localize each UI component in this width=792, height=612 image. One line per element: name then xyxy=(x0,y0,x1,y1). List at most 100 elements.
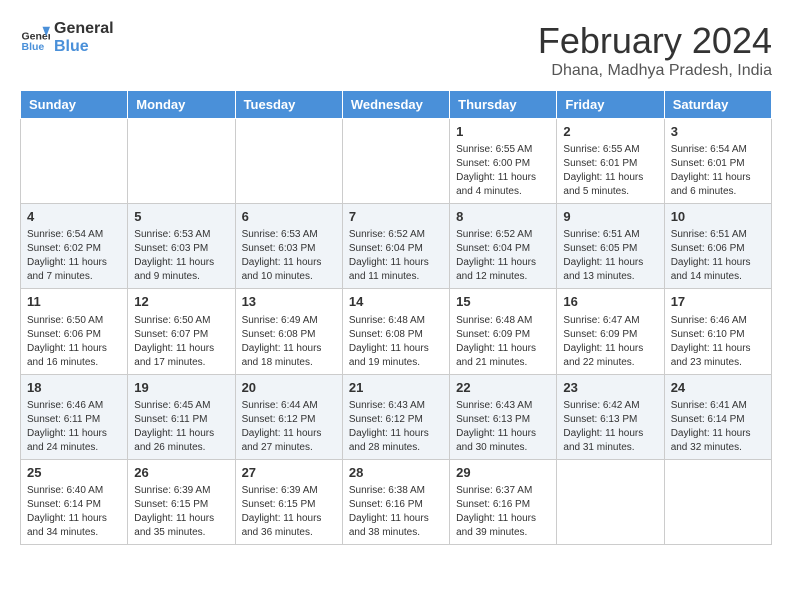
day-number: 25 xyxy=(27,464,121,482)
day-number: 6 xyxy=(242,208,336,226)
calendar-cell: 20Sunrise: 6:44 AM Sunset: 6:12 PM Dayli… xyxy=(235,374,342,459)
day-info: Sunrise: 6:45 AM Sunset: 6:11 PM Dayligh… xyxy=(134,399,228,455)
day-number: 8 xyxy=(456,208,550,226)
day-number: 19 xyxy=(134,379,228,397)
day-header-sunday: Sunday xyxy=(21,91,128,119)
day-info: Sunrise: 6:52 AM Sunset: 6:04 PM Dayligh… xyxy=(456,228,550,284)
calendar-cell: 22 Sunrise: 6:43 AM Sunset: 6:13 PM Dayli… xyxy=(450,374,557,459)
day-number: 7 xyxy=(349,208,443,226)
calendar-week-row: 18 Sunrise: 6:46 AM Sunset: 6:11 PM Dayli… xyxy=(21,374,772,459)
month-title: February 2024 xyxy=(538,20,772,62)
day-header-saturday: Saturday xyxy=(664,91,771,119)
day-info: Sunrise: 6:39 AM Sunset: 6:15 PM Dayligh… xyxy=(134,484,228,540)
day-info: Sunrise: 6:55 AM Sunset: 6:01 PM Dayligh… xyxy=(563,143,657,199)
calendar-cell xyxy=(21,119,128,204)
day-info: Sunrise: 6:51 AM Sunset: 6:06 PM Dayligh… xyxy=(671,228,765,284)
calendar-week-row: 11Sunrise: 6:50 AM Sunset: 6:06 PM Dayli… xyxy=(21,289,772,374)
day-info: Sunrise: 6:38 AM Sunset: 6:16 PM Dayligh… xyxy=(349,484,443,540)
day-number: 27 xyxy=(242,464,336,482)
day-header-monday: Monday xyxy=(128,91,235,119)
calendar-cell xyxy=(664,459,771,544)
day-number: 28 xyxy=(349,464,443,482)
calendar-cell xyxy=(235,119,342,204)
day-number: 13 xyxy=(242,293,336,311)
day-info: Sunrise: 6:46 AM Sunset: 6:11 PM Dayligh… xyxy=(27,399,121,455)
day-number: 10 xyxy=(671,208,765,226)
day-info: Sunrise: 6:44 AM Sunset: 6:12 PM Dayligh… xyxy=(242,399,336,455)
day-info: Sunrise: 6:50 AM Sunset: 6:06 PM Dayligh… xyxy=(27,314,121,370)
day-info: Sunrise: 6:40 AM Sunset: 6:14 PM Dayligh… xyxy=(27,484,121,540)
calendar-cell: 29 Sunrise: 6:37 AM Sunset: 6:16 PM Dayli… xyxy=(450,459,557,544)
page-header: General Blue General Blue February 2024 … xyxy=(20,20,772,80)
calendar-cell xyxy=(128,119,235,204)
calendar-cell: 8 Sunrise: 6:52 AM Sunset: 6:04 PM Daylig… xyxy=(450,204,557,289)
day-number: 1 xyxy=(456,123,550,141)
calendar-table: SundayMondayTuesdayWednesdayThursdayFrid… xyxy=(20,90,772,545)
day-info: Sunrise: 6:41 AM Sunset: 6:14 PM Dayligh… xyxy=(671,399,765,455)
calendar-cell: 12 Sunrise: 6:50 AM Sunset: 6:07 PM Dayli… xyxy=(128,289,235,374)
day-info: Sunrise: 6:39 AM Sunset: 6:15 PM Dayligh… xyxy=(242,484,336,540)
calendar-cell: 9 Sunrise: 6:51 AM Sunset: 6:05 PM Daylig… xyxy=(557,204,664,289)
day-number: 9 xyxy=(563,208,657,226)
calendar-cell: 6 Sunrise: 6:53 AM Sunset: 6:03 PM Daylig… xyxy=(235,204,342,289)
day-info: Sunrise: 6:46 AM Sunset: 6:10 PM Dayligh… xyxy=(671,314,765,370)
calendar-cell: 24 Sunrise: 6:41 AM Sunset: 6:14 PM Dayli… xyxy=(664,374,771,459)
calendar-cell: 19 Sunrise: 6:45 AM Sunset: 6:11 PM Dayli… xyxy=(128,374,235,459)
day-info: Sunrise: 6:51 AM Sunset: 6:05 PM Dayligh… xyxy=(563,228,657,284)
title-area: February 2024 Dhana, Madhya Pradesh, Ind… xyxy=(538,20,772,80)
calendar-week-row: 4Sunrise: 6:54 AM Sunset: 6:02 PM Daylig… xyxy=(21,204,772,289)
day-info: Sunrise: 6:53 AM Sunset: 6:03 PM Dayligh… xyxy=(242,228,336,284)
calendar-cell: 14Sunrise: 6:48 AM Sunset: 6:08 PM Dayli… xyxy=(342,289,449,374)
day-info: Sunrise: 6:49 AM Sunset: 6:08 PM Dayligh… xyxy=(242,314,336,370)
location-subtitle: Dhana, Madhya Pradesh, India xyxy=(538,62,772,80)
day-number: 15 xyxy=(456,293,550,311)
day-info: Sunrise: 6:43 AM Sunset: 6:13 PM Dayligh… xyxy=(456,399,550,455)
calendar-cell xyxy=(557,459,664,544)
calendar-cell: 25 Sunrise: 6:40 AM Sunset: 6:14 PM Dayli… xyxy=(21,459,128,544)
day-info: Sunrise: 6:48 AM Sunset: 6:09 PM Dayligh… xyxy=(456,314,550,370)
day-info: Sunrise: 6:47 AM Sunset: 6:09 PM Dayligh… xyxy=(563,314,657,370)
day-header-wednesday: Wednesday xyxy=(342,91,449,119)
day-number: 5 xyxy=(134,208,228,226)
day-header-friday: Friday xyxy=(557,91,664,119)
calendar-cell: 2 Sunrise: 6:55 AM Sunset: 6:01 PM Daylig… xyxy=(557,119,664,204)
calendar-cell: 21 Sunrise: 6:43 AM Sunset: 6:12 PM Dayli… xyxy=(342,374,449,459)
day-number: 22 xyxy=(456,379,550,397)
day-info: Sunrise: 6:43 AM Sunset: 6:12 PM Dayligh… xyxy=(349,399,443,455)
day-info: Sunrise: 6:54 AM Sunset: 6:02 PM Dayligh… xyxy=(27,228,121,284)
day-number: 16 xyxy=(563,293,657,311)
calendar-cell: 28 Sunrise: 6:38 AM Sunset: 6:16 PM Dayli… xyxy=(342,459,449,544)
calendar-cell: 13 Sunrise: 6:49 AM Sunset: 6:08 PM Dayli… xyxy=(235,289,342,374)
day-info: Sunrise: 6:37 AM Sunset: 6:16 PM Dayligh… xyxy=(456,484,550,540)
svg-text:Blue: Blue xyxy=(22,41,45,53)
day-number: 23 xyxy=(563,379,657,397)
day-info: Sunrise: 6:55 AM Sunset: 6:00 PM Dayligh… xyxy=(456,143,550,199)
day-number: 21 xyxy=(349,379,443,397)
day-number: 3 xyxy=(671,123,765,141)
day-info: Sunrise: 6:53 AM Sunset: 6:03 PM Dayligh… xyxy=(134,228,228,284)
day-info: Sunrise: 6:52 AM Sunset: 6:04 PM Dayligh… xyxy=(349,228,443,284)
day-number: 29 xyxy=(456,464,550,482)
day-info: Sunrise: 6:50 AM Sunset: 6:07 PM Dayligh… xyxy=(134,314,228,370)
logo-icon: General Blue xyxy=(20,23,50,53)
calendar-cell: 27 Sunrise: 6:39 AM Sunset: 6:15 PM Dayli… xyxy=(235,459,342,544)
calendar-cell: 16 Sunrise: 6:47 AM Sunset: 6:09 PM Dayli… xyxy=(557,289,664,374)
day-header-thursday: Thursday xyxy=(450,91,557,119)
day-number: 2 xyxy=(563,123,657,141)
calendar-cell: 11Sunrise: 6:50 AM Sunset: 6:06 PM Dayli… xyxy=(21,289,128,374)
calendar-cell: 3Sunrise: 6:54 AM Sunset: 6:01 PM Daylig… xyxy=(664,119,771,204)
calendar-cell: 7 Sunrise: 6:52 AM Sunset: 6:04 PM Daylig… xyxy=(342,204,449,289)
calendar-week-row: 1 Sunrise: 6:55 AM Sunset: 6:00 PM Daylig… xyxy=(21,119,772,204)
calendar-cell xyxy=(342,119,449,204)
day-number: 24 xyxy=(671,379,765,397)
day-number: 17 xyxy=(671,293,765,311)
calendar-cell: 4Sunrise: 6:54 AM Sunset: 6:02 PM Daylig… xyxy=(21,204,128,289)
calendar-cell: 18 Sunrise: 6:46 AM Sunset: 6:11 PM Dayli… xyxy=(21,374,128,459)
calendar-cell: 26Sunrise: 6:39 AM Sunset: 6:15 PM Dayli… xyxy=(128,459,235,544)
calendar-cell: 10 Sunrise: 6:51 AM Sunset: 6:06 PM Dayli… xyxy=(664,204,771,289)
calendar-cell: 5 Sunrise: 6:53 AM Sunset: 6:03 PM Daylig… xyxy=(128,204,235,289)
calendar-cell: 1 Sunrise: 6:55 AM Sunset: 6:00 PM Daylig… xyxy=(450,119,557,204)
day-number: 18 xyxy=(27,379,121,397)
calendar-week-row: 25 Sunrise: 6:40 AM Sunset: 6:14 PM Dayli… xyxy=(21,459,772,544)
day-number: 12 xyxy=(134,293,228,311)
